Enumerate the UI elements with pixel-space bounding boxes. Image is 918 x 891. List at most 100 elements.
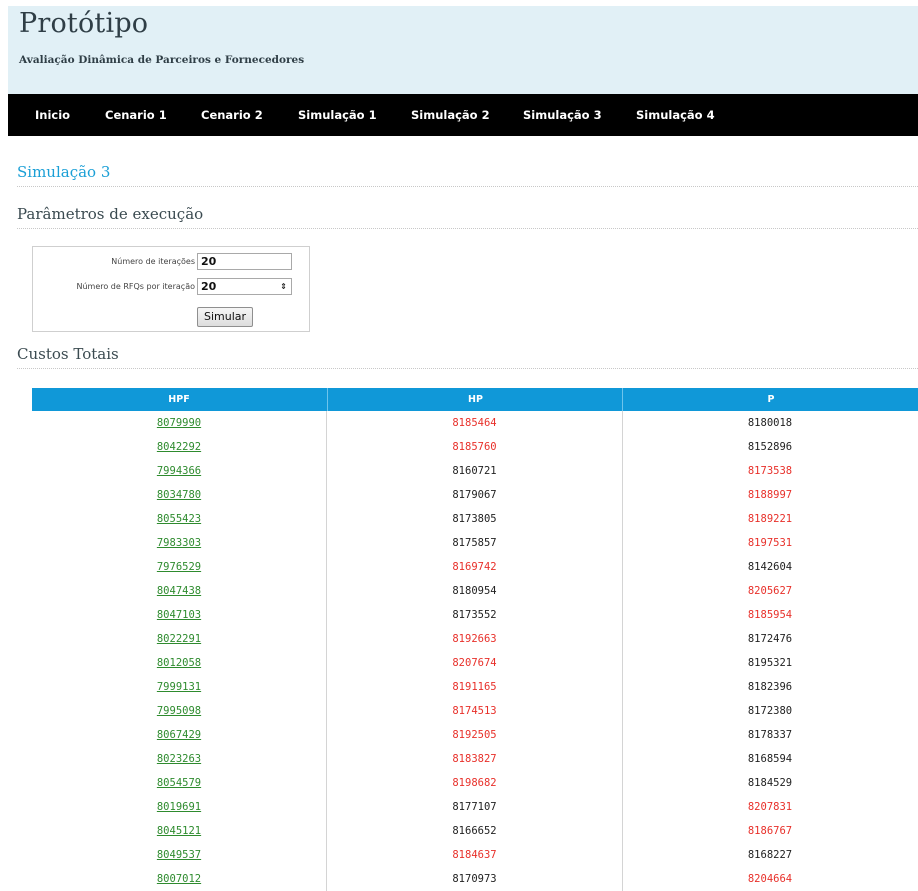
- cell-hp: 8179067: [452, 489, 497, 501]
- cell-hpf[interactable]: 8047103: [32, 603, 326, 627]
- cell-p: 8204664: [747, 873, 793, 885]
- table-row: 7995098 8174513 8172380: [32, 699, 918, 723]
- table-row: 8047438 8180954 8205627: [32, 579, 918, 603]
- table-row: 8067429 8192505 8178337: [32, 723, 918, 747]
- title-divider: [17, 186, 918, 187]
- cell-hpf[interactable]: 8012058: [32, 651, 326, 675]
- cell-p: 8188997: [747, 489, 793, 501]
- cell-hp: 8198682: [452, 777, 497, 789]
- nav-item-simulacao-4[interactable]: Simulação 4: [636, 94, 715, 136]
- cell-p: 8172380: [747, 705, 793, 717]
- cell-hpf[interactable]: 7999131: [32, 675, 326, 699]
- cell-hpf[interactable]: 7995098: [32, 699, 326, 723]
- cell-hpf[interactable]: 8034780: [32, 483, 326, 507]
- cell-hp: 8185760: [452, 441, 497, 453]
- cell-p: 8173538: [747, 465, 793, 477]
- cell-p: 8186767: [747, 825, 793, 837]
- table-row: 8054579 8198682 8184529: [32, 771, 918, 795]
- params-divider: [17, 228, 918, 229]
- cell-p: 8195321: [747, 657, 793, 669]
- table-row: 8019691 8177107 8207831: [32, 795, 918, 819]
- cell-p: 8152896: [747, 441, 793, 453]
- cell-hp: 8184637: [452, 849, 497, 861]
- cell-hpf[interactable]: 8079990: [32, 411, 326, 435]
- cell-hpf[interactable]: 7994366: [32, 459, 326, 483]
- cell-hpf[interactable]: 8042292: [32, 435, 326, 459]
- cell-p: 8184529: [747, 777, 793, 789]
- table-row: 8045121 8166652 8186767: [32, 819, 918, 843]
- cell-p: 8168227: [747, 849, 793, 861]
- spinner-arrows-icon[interactable]: ⇕: [280, 280, 287, 293]
- costs-heading: Custos Totais: [17, 345, 119, 363]
- rfqs-label: Número de RFQs por iteração: [76, 282, 195, 291]
- nav-item-cenario-1[interactable]: Cenario 1: [105, 94, 167, 136]
- cell-hp: 8173805: [452, 513, 497, 525]
- params-heading: Parâmetros de execução: [17, 205, 204, 223]
- cell-hpf[interactable]: 8055423: [32, 507, 326, 531]
- cell-hp: 8160721: [452, 465, 497, 477]
- cell-p: 8185954: [747, 609, 793, 621]
- cell-hpf[interactable]: 7983303: [32, 531, 326, 555]
- cell-hp: 8192505: [452, 729, 497, 741]
- costs-divider: [17, 368, 918, 369]
- table-row: 8007012 8170973 8204664: [32, 867, 918, 891]
- nav-item-inicio[interactable]: Inicio: [35, 94, 70, 136]
- site-subtitle: Avaliação Dinâmica de Parceiros e Fornec…: [19, 54, 305, 66]
- cell-hp: 8169742: [452, 561, 497, 573]
- cell-p: 8205627: [747, 585, 793, 597]
- table-row: 8012058 8207674 8195321: [32, 651, 918, 675]
- cell-hpf[interactable]: 8054579: [32, 771, 326, 795]
- simulate-button[interactable]: Simular: [197, 307, 253, 327]
- nav-item-simulacao-3[interactable]: Simulação 3: [523, 94, 602, 136]
- cell-hpf[interactable]: 8007012: [32, 867, 326, 891]
- cell-hpf[interactable]: 8049537: [32, 843, 326, 867]
- table-row: 8055423 8173805 8189221: [32, 507, 918, 531]
- cell-hp: 8185464: [452, 417, 497, 429]
- cell-hpf[interactable]: 8067429: [32, 723, 326, 747]
- cell-hp: 8180954: [452, 585, 497, 597]
- cell-p: 8178337: [747, 729, 793, 741]
- table-row: 8042292 8185760 8152896: [32, 435, 918, 459]
- cell-hp: 8183827: [452, 753, 497, 765]
- cell-hpf[interactable]: 8022291: [32, 627, 326, 651]
- cell-p: 8172476: [747, 633, 793, 645]
- table-row: 7999131 8191165 8182396: [32, 675, 918, 699]
- table-header: HPF HP P: [32, 388, 918, 411]
- table-row: 8047103 8173552 8185954: [32, 603, 918, 627]
- table-row: 7983303 8175857 8197531: [32, 531, 918, 555]
- nav-item-simulacao-1[interactable]: Simulação 1: [298, 94, 377, 136]
- rfqs-stepper[interactable]: 20 ⇕: [197, 278, 292, 295]
- cell-p: 8180018: [747, 417, 793, 429]
- site-title: Protótipo: [19, 8, 149, 39]
- simulation-form: Número de iterações 20 Número de RFQs po…: [32, 246, 310, 332]
- cell-p: 8168594: [747, 753, 793, 765]
- table-row: 7994366 8160721 8173538: [32, 459, 918, 483]
- cell-hp: 8174513: [452, 705, 497, 717]
- table-row: 7976529 8169742 8142604: [32, 555, 918, 579]
- cell-hpf[interactable]: 8023263: [32, 747, 326, 771]
- cell-hpf[interactable]: 8045121: [32, 819, 326, 843]
- cell-hp: 8175857: [452, 537, 497, 549]
- rfqs-value: 20: [201, 280, 217, 293]
- table-row: 8022291 8192663 8172476: [32, 627, 918, 651]
- table-row: 8034780 8179067 8188997: [32, 483, 918, 507]
- cell-hp: 8191165: [452, 681, 497, 693]
- nav-item-cenario-2[interactable]: Cenario 2: [201, 94, 263, 136]
- nav-item-simulacao-2[interactable]: Simulação 2: [411, 94, 490, 136]
- column-header-hpf: HPF: [168, 394, 190, 405]
- cell-hpf[interactable]: 7976529: [32, 555, 326, 579]
- table-body: 8079990 8185464 8180018 8042292 8185760 81528…: [32, 411, 918, 891]
- cell-hp: 8177107: [452, 801, 497, 813]
- costs-table: HPF HP P 8079990 8185464 8180018 8042292 818…: [32, 388, 918, 891]
- page-title: Simulação 3: [17, 163, 111, 181]
- cell-hpf[interactable]: 8047438: [32, 579, 326, 603]
- column-header-p: P: [622, 388, 918, 411]
- cell-p: 8197531: [747, 537, 793, 549]
- table-row: 8023263 8183827 8168594: [32, 747, 918, 771]
- site-header: Protótipo Avaliação Dinâmica de Parceiro…: [8, 6, 918, 94]
- iterations-input[interactable]: 20: [197, 253, 292, 270]
- cell-hp: 8192663: [452, 633, 497, 645]
- cell-p: 8189221: [747, 513, 793, 525]
- cell-hpf[interactable]: 8019691: [32, 795, 326, 819]
- cell-hp: 8207674: [452, 657, 497, 669]
